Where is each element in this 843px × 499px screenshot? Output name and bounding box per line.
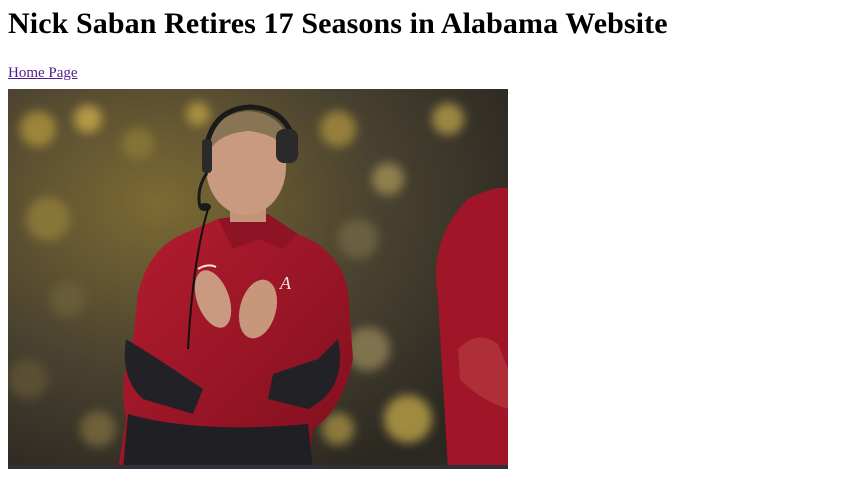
alabama-logo: A [279, 273, 292, 293]
headset-left-earpiece [202, 139, 212, 173]
page-title: Nick Saban Retires 17 Seasons in Alabama… [8, 7, 668, 40]
page-container: Nick Saban Retires 17 Seasons in Alabama… [0, 6, 843, 469]
headset-earpiece [276, 129, 298, 163]
navigation: Home Page [8, 64, 835, 84]
photo-bottom-border [8, 465, 508, 469]
home-page-link[interactable]: Home Page [8, 65, 78, 81]
headset-mic [199, 203, 211, 211]
coach-photo-illustration: A [8, 89, 508, 469]
second-person-jacket [436, 187, 508, 469]
coach-photo: A [8, 89, 508, 469]
